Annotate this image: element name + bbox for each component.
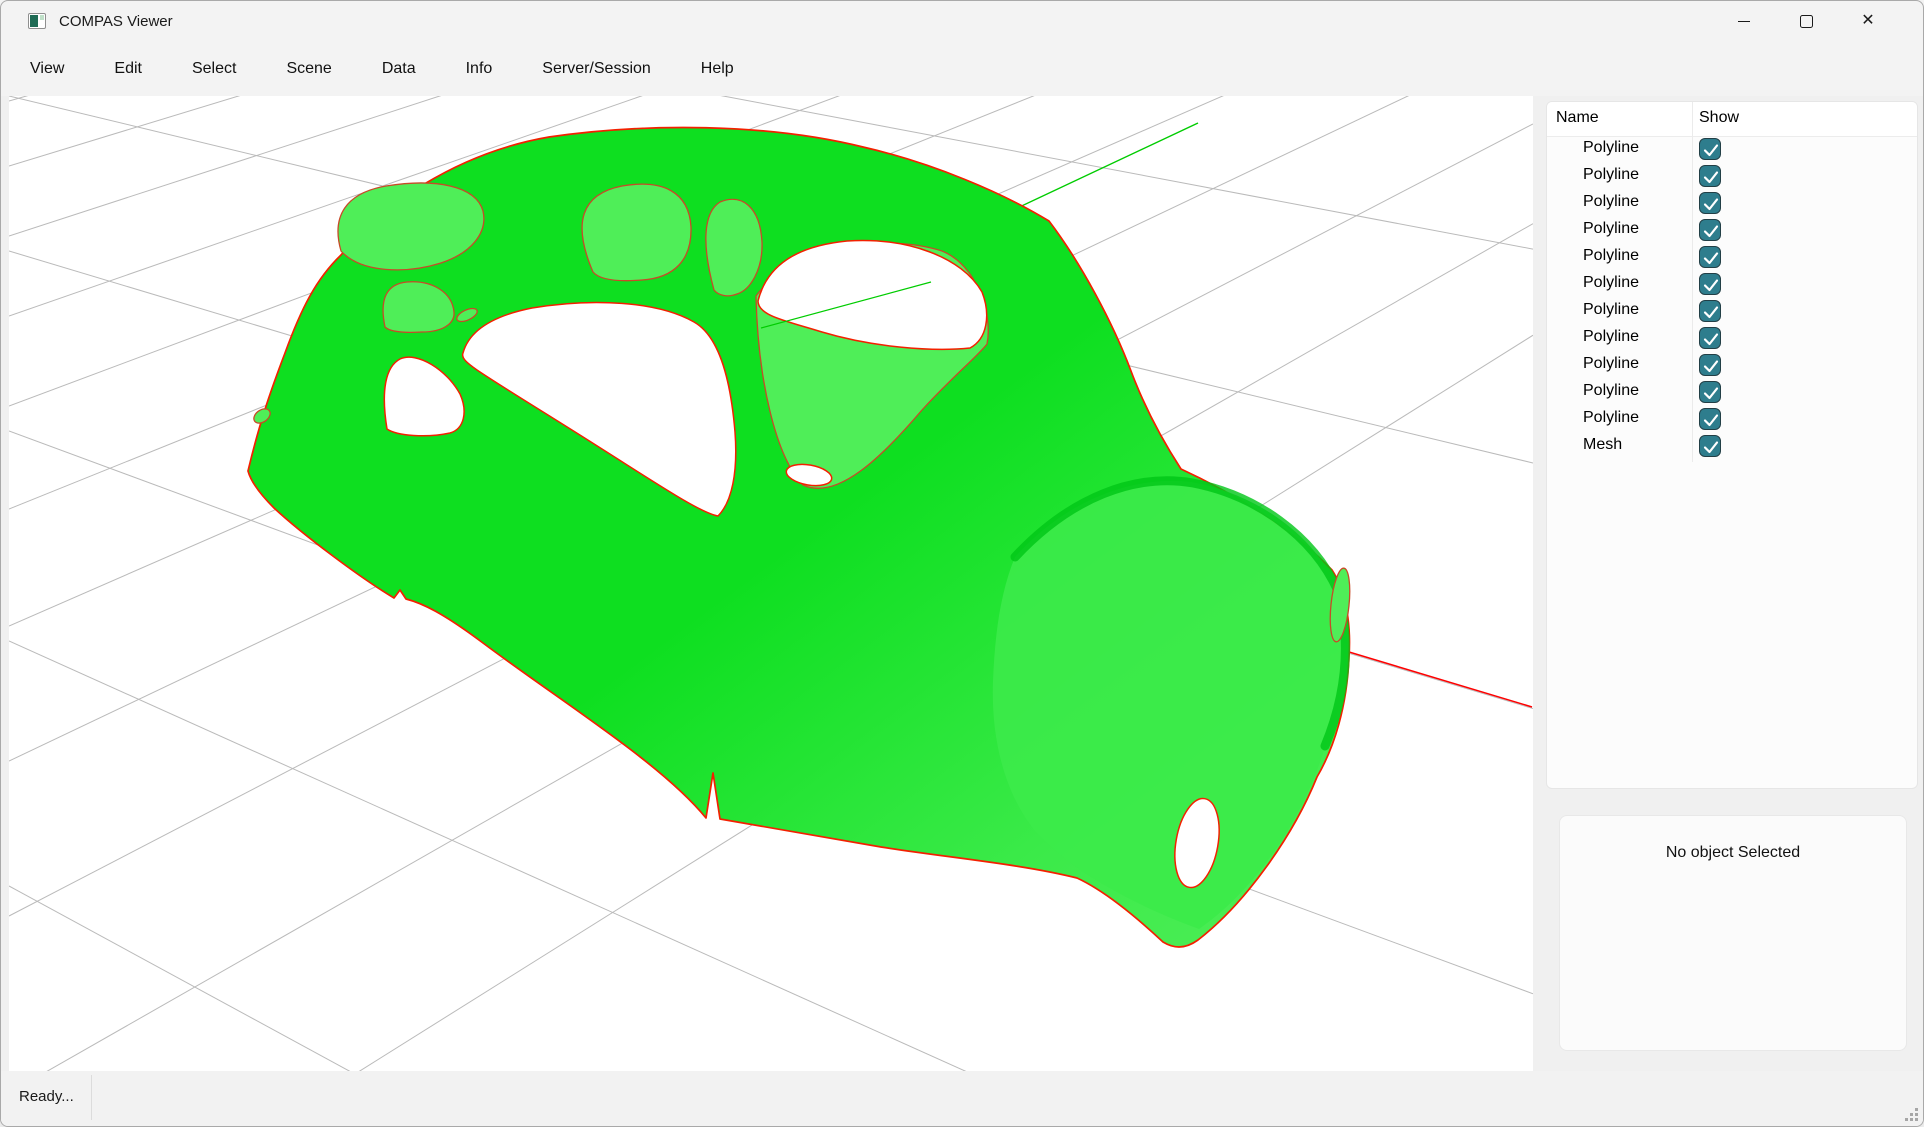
tree-row[interactable]: Polyline xyxy=(1547,406,1917,433)
status-separator xyxy=(91,1075,92,1120)
tree-row[interactable]: Polyline xyxy=(1547,190,1917,217)
window-title: COMPAS Viewer xyxy=(59,13,173,30)
visibility-checkbox[interactable] xyxy=(1699,408,1721,430)
visibility-checkbox[interactable] xyxy=(1699,138,1721,160)
title-bar: COMPAS Viewer ✕ xyxy=(1,1,1923,41)
object-name: Polyline xyxy=(1583,247,1639,265)
check-icon xyxy=(1700,382,1722,404)
viewport-3d[interactable] xyxy=(9,96,1533,1071)
window-controls: ✕ xyxy=(1713,1,1899,41)
tree-row[interactable]: Polyline xyxy=(1547,217,1917,244)
check-icon xyxy=(1700,193,1722,215)
object-name: Polyline xyxy=(1583,166,1639,184)
maximize-icon xyxy=(1800,15,1813,28)
check-icon xyxy=(1700,436,1722,458)
menu-item-scene[interactable]: Scene xyxy=(286,60,331,78)
tree-row[interactable]: Polyline xyxy=(1547,244,1917,271)
object-name: Polyline xyxy=(1583,328,1639,346)
roof-opening-center[interactable] xyxy=(582,184,691,281)
app-icon xyxy=(28,13,46,29)
tree-header: Name Show xyxy=(1547,102,1917,137)
column-header-name[interactable]: Name xyxy=(1556,109,1599,127)
close-button[interactable]: ✕ xyxy=(1837,1,1899,41)
check-icon xyxy=(1700,355,1722,377)
object-detail-panel: No object Selected xyxy=(1559,815,1907,1051)
object-name: Polyline xyxy=(1583,355,1639,373)
tree-row[interactable]: Polyline xyxy=(1547,271,1917,298)
object-name: Polyline xyxy=(1583,409,1639,427)
visibility-checkbox[interactable] xyxy=(1699,327,1721,349)
check-icon xyxy=(1700,274,1722,296)
maximize-button[interactable] xyxy=(1775,1,1837,41)
menu-item-help[interactable]: Help xyxy=(701,60,734,78)
car-mesh[interactable] xyxy=(248,128,1353,947)
menu-item-view[interactable]: View xyxy=(30,60,64,78)
tree-rows: Polyline Polyline Polyline Polyline Polyline… xyxy=(1547,136,1917,460)
check-icon xyxy=(1700,301,1722,323)
visibility-checkbox[interactable] xyxy=(1699,192,1721,214)
tree-row[interactable]: Polyline xyxy=(1547,352,1917,379)
object-name: Polyline xyxy=(1583,139,1639,157)
close-icon: ✕ xyxy=(1861,13,1874,29)
check-icon xyxy=(1700,166,1722,188)
tree-row[interactable]: Polyline xyxy=(1547,379,1917,406)
check-icon xyxy=(1700,409,1722,431)
visibility-checkbox[interactable] xyxy=(1699,354,1721,376)
minimize-icon xyxy=(1738,21,1750,22)
visibility-checkbox[interactable] xyxy=(1699,219,1721,241)
object-name: Polyline xyxy=(1583,220,1639,238)
visibility-checkbox[interactable] xyxy=(1699,300,1721,322)
no-selection-label: No object Selected xyxy=(1560,844,1906,862)
object-name: Polyline xyxy=(1583,301,1639,319)
check-icon xyxy=(1700,220,1722,242)
minimize-button[interactable] xyxy=(1713,1,1775,41)
check-icon xyxy=(1700,328,1722,350)
visibility-checkbox[interactable] xyxy=(1699,273,1721,295)
object-name: Polyline xyxy=(1583,193,1639,211)
tree-row[interactable]: Polyline xyxy=(1547,325,1917,352)
right-sidebar: Name Show PolylinePolylinePolylinePolyli… xyxy=(1533,96,1923,1071)
visibility-checkbox[interactable] xyxy=(1699,246,1721,268)
app-window: COMPAS Viewer ✕ View Edit Select Scene Data I… xyxy=(0,0,1924,1127)
tree-row[interactable]: Polyline xyxy=(1547,136,1917,163)
check-icon xyxy=(1700,139,1722,161)
scene-tree-panel: Name Show PolylinePolylinePolylinePolyli… xyxy=(1546,101,1918,789)
menu-item-server-session[interactable]: Server/Session xyxy=(542,60,651,78)
resize-grip[interactable] xyxy=(1902,1105,1920,1123)
object-name: Polyline xyxy=(1583,382,1639,400)
status-text: Ready... xyxy=(19,1088,74,1105)
content-area: Name Show PolylinePolylinePolylinePolyli… xyxy=(1,96,1923,1071)
visibility-checkbox[interactable] xyxy=(1699,381,1721,403)
visibility-checkbox[interactable] xyxy=(1699,435,1721,457)
object-name: Polyline xyxy=(1583,274,1639,292)
menu-item-edit[interactable]: Edit xyxy=(114,60,142,78)
column-header-show[interactable]: Show xyxy=(1699,109,1739,127)
status-bar: Ready... xyxy=(1,1071,1923,1126)
tree-row[interactable]: Mesh xyxy=(1547,433,1917,460)
object-name: Mesh xyxy=(1583,436,1622,454)
tree-row[interactable]: Polyline xyxy=(1547,298,1917,325)
check-icon xyxy=(1700,247,1722,269)
menu-bar: View Edit Select Scene Data Info Server/Sessio… xyxy=(1,41,1923,96)
menu-item-info[interactable]: Info xyxy=(466,60,493,78)
visibility-checkbox[interactable] xyxy=(1699,165,1721,187)
menu-item-select[interactable]: Select xyxy=(192,60,236,78)
menu-item-data[interactable]: Data xyxy=(382,60,416,78)
tree-row[interactable]: Polyline xyxy=(1547,163,1917,190)
